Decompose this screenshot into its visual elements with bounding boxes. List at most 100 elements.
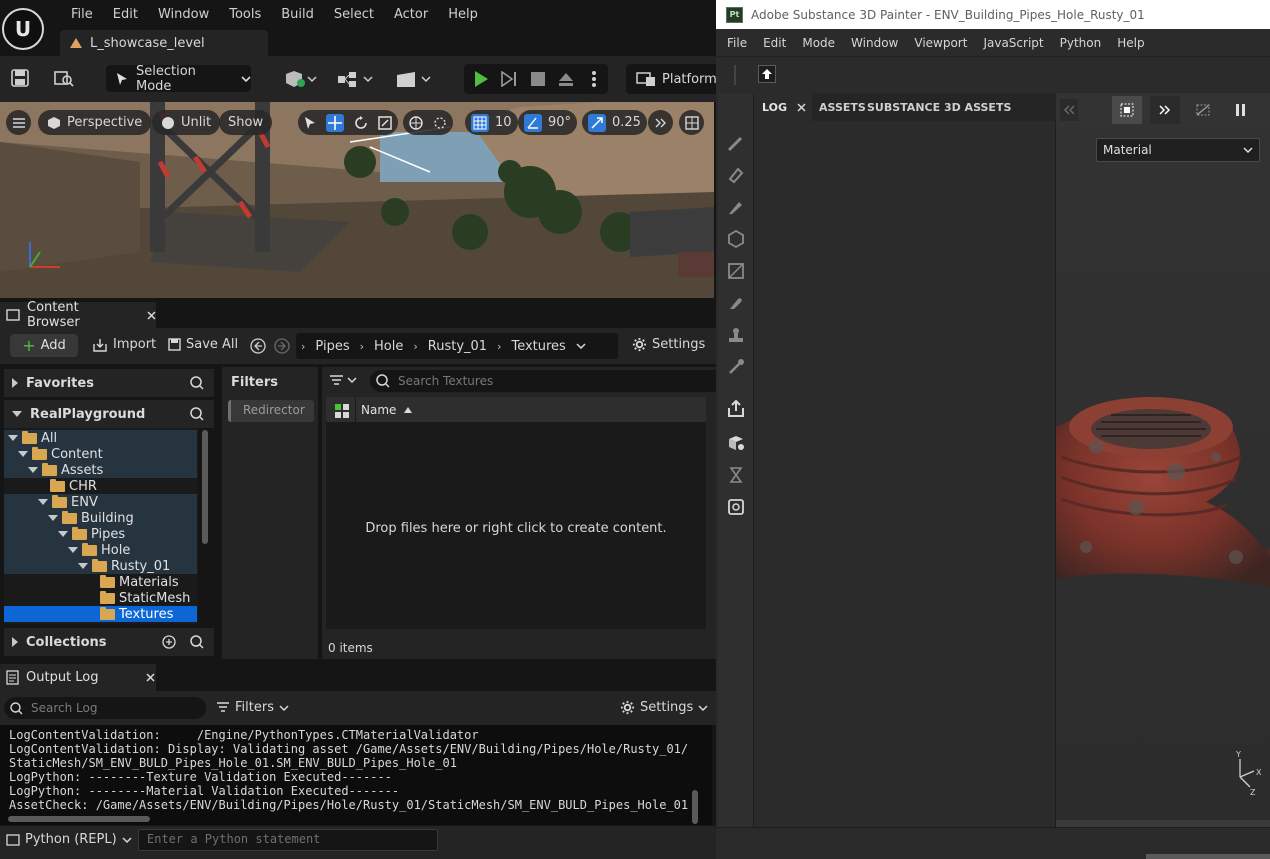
cmd-mode-dropdown[interactable]: Python (REPL) (6, 832, 132, 847)
breadcrumb-rusty01[interactable]: Rusty_01 (423, 339, 492, 354)
tree-item-textures[interactable]: Textures (100, 606, 173, 622)
substance-3d-assets-tab[interactable]: SUBSTANCE 3D ASSETS (867, 101, 1011, 114)
tree-item-staticmesh[interactable]: StaticMesh (100, 590, 190, 606)
python-command-input[interactable]: Enter a Python statement (138, 829, 438, 851)
view-mode-button[interactable]: Unlit (152, 110, 221, 135)
collapse-left-icon[interactable] (1060, 99, 1078, 121)
content-browse-icon[interactable] (52, 66, 76, 90)
expand-right-icon[interactable] (1150, 96, 1180, 124)
back-icon[interactable] (249, 337, 267, 355)
eject-icon[interactable] (555, 68, 577, 90)
cb-settings-button[interactable]: Settings (632, 337, 705, 352)
save-all-button[interactable]: Save All (168, 337, 238, 352)
menu-build[interactable]: Build (271, 6, 324, 24)
filter-icon[interactable] (328, 373, 360, 389)
scale-snap[interactable]: 0.25 (582, 110, 647, 135)
sp-menu-edit[interactable]: Edit (755, 36, 794, 50)
breadcrumb-hole[interactable]: Hole (369, 339, 408, 354)
tree-item-content[interactable]: Content (18, 446, 103, 462)
history-icon[interactable] (726, 497, 746, 517)
filter-chip-redirector[interactable]: Redirector (228, 400, 314, 422)
close-icon[interactable] (797, 102, 806, 112)
level-viewport[interactable]: Perspective Unlit Show 10 90° 0.25 (0, 102, 714, 298)
tree-item-building[interactable]: Building (48, 510, 134, 526)
log-filters-button[interactable]: Filters (216, 700, 289, 715)
log-settings-button[interactable]: Settings (620, 700, 708, 715)
eraser-icon[interactable] (726, 165, 746, 185)
sp-menu-window[interactable]: Window (843, 36, 906, 50)
menu-actor[interactable]: Actor (384, 6, 438, 24)
type-column-icon[interactable] (334, 403, 350, 419)
pause-icon[interactable] (1226, 96, 1256, 124)
export-icon[interactable] (726, 399, 746, 419)
menu-tools[interactable]: Tools (219, 6, 271, 24)
tree-item-chr[interactable]: CHR (50, 478, 97, 494)
show-button[interactable]: Show (219, 110, 273, 135)
sp-menu-javascript[interactable]: JavaScript (975, 36, 1051, 50)
search-icon[interactable] (190, 635, 204, 649)
move-tool-icon[interactable] (326, 113, 344, 132)
menu-window[interactable]: Window (148, 6, 219, 24)
level-tab[interactable]: L_showcase_level (60, 30, 268, 56)
tree-item-assets[interactable]: Assets (28, 462, 103, 478)
globe-icon[interactable] (409, 115, 423, 130)
name-column-header[interactable]: Name (361, 403, 396, 417)
perspective-button[interactable]: Perspective (38, 110, 152, 135)
add-button[interactable]: + Add (10, 334, 78, 357)
cinematics-icon[interactable] (392, 64, 434, 94)
assets-tab[interactable]: ASSETS (819, 101, 866, 114)
log-tab[interactable]: LOG (754, 93, 812, 121)
realplayground-header[interactable]: RealPlayground (4, 400, 214, 428)
more-chevron-icon[interactable] (648, 110, 673, 135)
sp-menu-help[interactable]: Help (1109, 36, 1152, 50)
sp-menu-viewport[interactable]: Viewport (906, 36, 975, 50)
paint-brush-icon[interactable] (726, 133, 746, 153)
tree-item-pipes[interactable]: Pipes (58, 526, 125, 542)
play-icon[interactable] (470, 68, 492, 90)
grid-snap[interactable]: 10 (465, 110, 518, 135)
add-collection-icon[interactable] (162, 635, 176, 649)
breadcrumb-textures[interactable]: Textures (506, 339, 570, 354)
menu-help[interactable]: Help (438, 6, 488, 24)
select-tool-icon[interactable] (304, 116, 316, 130)
material-channel-select[interactable]: Material (1096, 138, 1260, 162)
save-level-icon[interactable] (8, 66, 32, 90)
more-options-icon[interactable] (584, 68, 604, 90)
forward-icon[interactable] (273, 337, 291, 355)
sp-menu-python[interactable]: Python (1052, 36, 1110, 50)
log-output[interactable]: LogContentValidation: /Engine/PythonType… (0, 725, 712, 825)
rotate-tool-icon[interactable] (354, 115, 368, 130)
viewport-scrollbar[interactable] (1056, 820, 1270, 827)
log-h-scrollbar[interactable] (8, 816, 150, 822)
step-icon[interactable] (498, 68, 520, 90)
tree-item-hole[interactable]: Hole (68, 542, 130, 558)
place-actor-icon[interactable] (280, 64, 320, 94)
favorites-header[interactable]: Favorites (4, 369, 214, 397)
grid-view-icon[interactable] (1112, 96, 1142, 124)
geometry-fill-icon[interactable] (726, 229, 746, 249)
tree-scrollbar[interactable] (202, 430, 208, 544)
chevron-down-icon[interactable] (571, 343, 591, 349)
smudge-icon[interactable] (726, 293, 746, 313)
sp-menu-mode[interactable]: Mode (794, 36, 843, 50)
layout-icon[interactable] (679, 110, 704, 135)
tree-item-materials[interactable]: Materials (100, 574, 179, 590)
search-icon[interactable] (190, 376, 204, 390)
close-icon[interactable] (145, 673, 155, 682)
polygon-fill-icon[interactable] (726, 261, 746, 281)
sp-3d-viewport[interactable]: Y X Z (1056, 127, 1270, 820)
scale-tool-icon[interactable] (378, 115, 392, 130)
asset-list-area[interactable]: Drop files here or right click to create… (326, 423, 706, 629)
stop-icon[interactable] (527, 68, 549, 90)
search-textures-input[interactable]: Search Textures (370, 370, 716, 392)
selection-mode-dropdown[interactable]: Selection Mode (106, 64, 251, 94)
projection-icon[interactable] (726, 197, 746, 217)
bake-icon[interactable] (726, 433, 746, 453)
menu-edit[interactable]: Edit (103, 6, 148, 24)
upload-icon[interactable] (758, 65, 776, 83)
menu-select[interactable]: Select (324, 6, 384, 24)
import-button[interactable]: Import (92, 337, 156, 352)
output-log-tab[interactable]: Output Log (0, 664, 156, 691)
platforms-button[interactable]: Platforms (626, 64, 716, 94)
log-search-input[interactable]: Search Log (4, 697, 206, 719)
